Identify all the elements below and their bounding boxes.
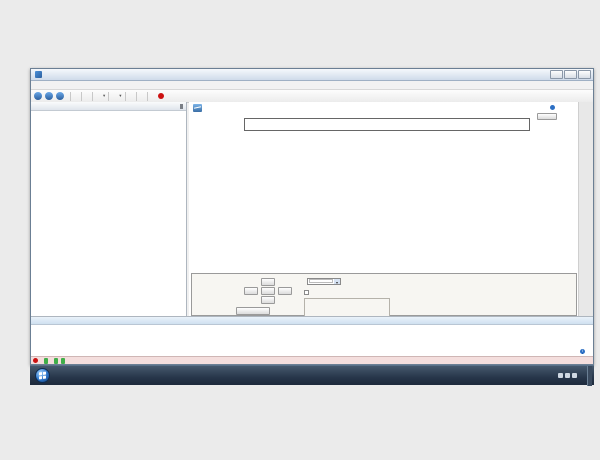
oscilloscope-icon — [193, 104, 202, 112]
info-icon: i — [580, 349, 585, 354]
refresh-button[interactable] — [56, 92, 64, 100]
pattern-groupbox — [304, 298, 390, 317]
panic-icon — [33, 358, 38, 363]
tray-volume-icon[interactable] — [565, 373, 570, 378]
forward-button[interactable] — [45, 92, 53, 100]
zoom-in-button[interactable] — [236, 307, 270, 315]
pan-up-button[interactable] — [261, 278, 275, 286]
toolbar-separator — [70, 92, 71, 101]
toolbar-separator — [81, 92, 82, 101]
navigator-header — [31, 102, 186, 111]
faults-badge — [54, 358, 58, 364]
back-button[interactable] — [34, 92, 42, 100]
app-window: ▾ ▾ — [30, 68, 594, 365]
chart-canvas — [189, 129, 579, 265]
display-tab-page: ▾ — [191, 273, 577, 317]
chevron-down-icon: ▾ — [334, 279, 340, 284]
toolbar-separator — [108, 92, 109, 101]
panic-icon — [158, 93, 164, 99]
toolbar-separator — [147, 92, 148, 101]
toolbar-separator — [92, 92, 93, 101]
watch-panel-header — [31, 317, 593, 325]
pin-icon[interactable] — [180, 104, 183, 109]
watch-panel: i — [31, 316, 593, 356]
background-color-select[interactable]: ▾ — [307, 278, 341, 285]
chevron-down-icon: ▾ — [103, 93, 105, 99]
title-bar[interactable] — [31, 69, 593, 81]
warnings-badge — [61, 358, 65, 364]
axis-keep-checkbox[interactable] — [304, 290, 309, 295]
toolbar-separator — [125, 92, 126, 101]
close-button[interactable] — [578, 70, 591, 79]
color-swatch — [309, 279, 333, 283]
pan-center-button[interactable] — [261, 287, 275, 295]
navigator-panel — [31, 102, 187, 316]
full-view-button[interactable] — [537, 113, 557, 120]
pan-pad — [244, 278, 292, 304]
pan-right-button[interactable] — [278, 287, 292, 295]
app-icon — [35, 71, 42, 78]
pan-left-button[interactable] — [244, 287, 258, 295]
scroll-gutter[interactable] — [578, 102, 593, 316]
show-desktop-button[interactable] — [587, 366, 592, 386]
scope-side-panel — [510, 277, 558, 279]
toolbar-separator — [136, 92, 137, 101]
tray-flag-icon[interactable] — [572, 373, 577, 378]
more-info-link[interactable]: i — [580, 349, 587, 354]
help-link[interactable] — [550, 105, 557, 110]
device-status-badge — [44, 358, 48, 364]
taskbar — [30, 365, 594, 385]
oscilloscope-panel: ▾ — [189, 102, 579, 316]
status-bar — [31, 356, 593, 364]
windows-logo-icon — [39, 372, 46, 380]
chart-legend — [244, 118, 530, 131]
maximize-button[interactable] — [564, 70, 577, 79]
menu-bar — [31, 81, 593, 90]
device-tree — [31, 111, 186, 302]
chevron-down-icon: ▾ — [119, 93, 121, 99]
minimize-button[interactable] — [550, 70, 563, 79]
help-icon — [550, 105, 555, 110]
tray-network-icon[interactable] — [558, 373, 563, 378]
start-button[interactable] — [35, 368, 50, 383]
scope-tab-strip — [191, 263, 577, 273]
pan-down-button[interactable] — [261, 296, 275, 304]
